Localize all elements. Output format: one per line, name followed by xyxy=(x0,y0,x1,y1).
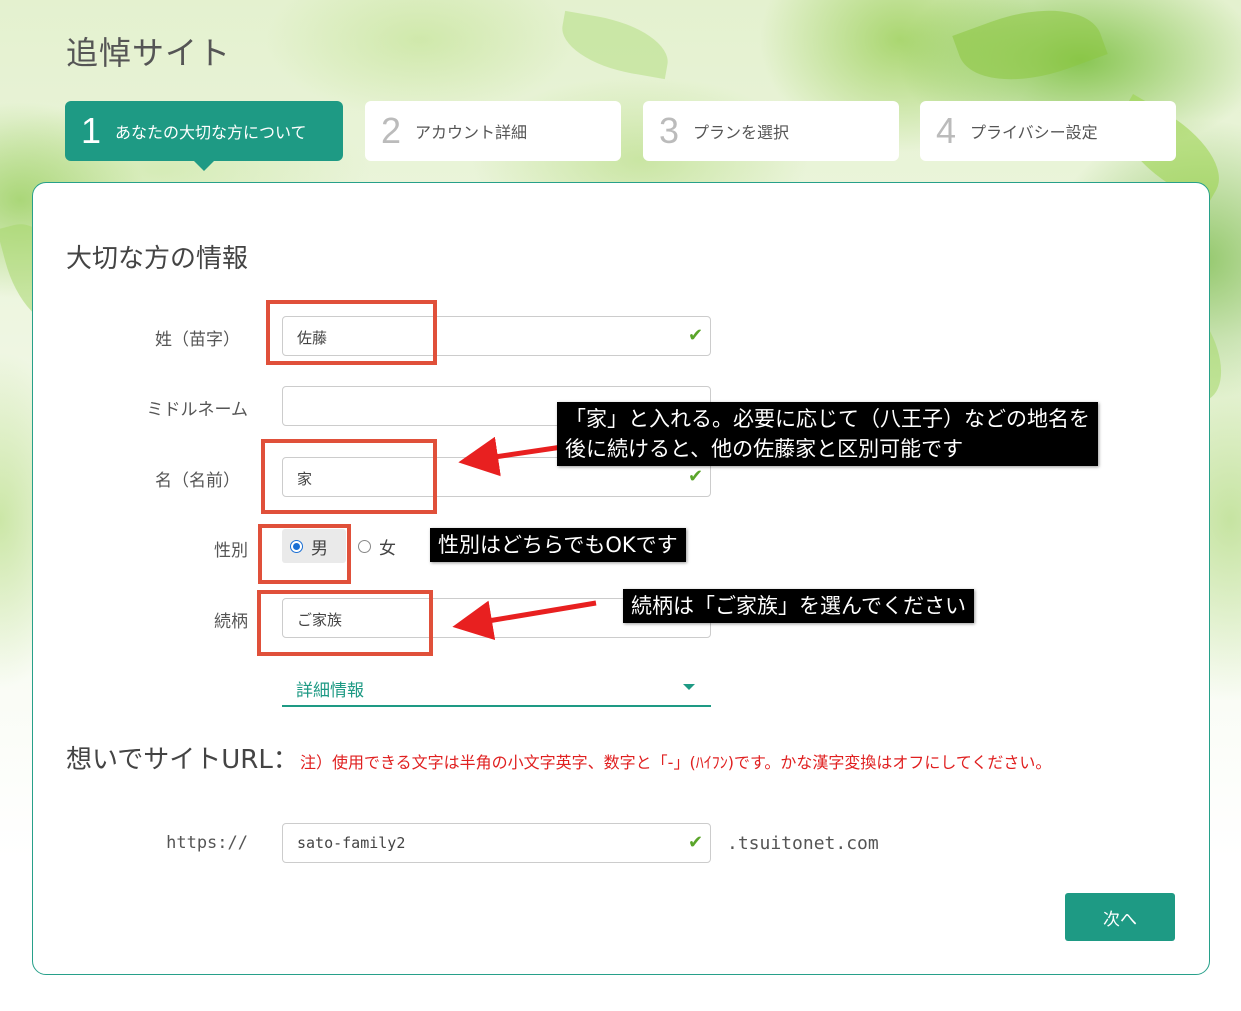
url-section-title: 想いでサイトURL： xyxy=(66,745,299,775)
step-number: 4 xyxy=(936,110,957,151)
step-label: プライバシー設定 xyxy=(970,123,1098,142)
given-name-label: 名（名前） xyxy=(155,471,240,491)
step-number: 3 xyxy=(659,110,680,151)
step-1-tab[interactable]: 1 あなたの大切な方について xyxy=(65,101,343,171)
relation-label: 続柄 xyxy=(214,612,248,632)
section-title: 大切な方の情報 xyxy=(66,244,249,274)
details-toggle[interactable]: 詳細情報 xyxy=(282,670,711,707)
callout-given: 「家」と入れる。必要に応じて（八王子）などの地名を 後に続けると、他の佐藤家と区… xyxy=(557,402,1098,466)
middle-name-label: ミドルネーム xyxy=(146,400,249,420)
step-label: プランを選択 xyxy=(693,123,790,142)
annotation-box-gender xyxy=(258,524,351,584)
step-4-tab[interactable]: 4 プライバシー設定 xyxy=(920,101,1176,161)
callout-relation: 続柄は「ご家族」を選んでください xyxy=(623,589,974,623)
annotation-box-surname xyxy=(266,300,437,365)
check-icon: ✔ xyxy=(688,325,704,346)
step-label: アカウント詳細 xyxy=(415,123,528,142)
check-icon: ✔ xyxy=(688,466,704,487)
annotation-box-given xyxy=(261,439,437,514)
callout-given-line2: 後に続けると、他の佐藤家と区別可能です xyxy=(565,437,964,461)
step-3-tab[interactable]: 3 プランを選択 xyxy=(643,101,899,161)
details-label: 詳細情報 xyxy=(296,681,364,701)
url-suffix: .tsuitonet.com xyxy=(727,833,879,854)
url-prefix: https:// xyxy=(166,833,248,853)
gender-female-label: 女 xyxy=(379,538,396,559)
step-number: 2 xyxy=(381,110,402,151)
gender-female-option[interactable]: 女 xyxy=(358,529,396,563)
step-2-tab[interactable]: 2 アカウント詳細 xyxy=(365,101,621,161)
callout-given-line1: 「家」と入れる。必要に応じて（八王子）などの地名を xyxy=(565,407,1090,431)
gender-label: 性別 xyxy=(214,541,248,561)
radio-unchecked-icon[interactable] xyxy=(358,539,371,553)
next-button[interactable]: 次へ xyxy=(1065,893,1175,941)
url-input[interactable]: sato-family2 xyxy=(282,823,711,863)
surname-label: 姓（苗字） xyxy=(155,330,240,350)
check-icon: ✔ xyxy=(688,832,704,853)
site-title: 追悼サイト xyxy=(66,34,232,72)
annotation-box-relation xyxy=(257,590,433,656)
step-number: 1 xyxy=(81,110,102,151)
caret-down-icon xyxy=(683,684,695,690)
url-note: 注）使用できる文字は半角の小文字英字、数字と「-」(ﾊｲﾌﾝ)です。かな漢字変換… xyxy=(300,753,1052,772)
callout-gender: 性別はどちらでもOKです xyxy=(430,528,686,562)
step-label: あなたの大切な方について xyxy=(115,123,307,142)
